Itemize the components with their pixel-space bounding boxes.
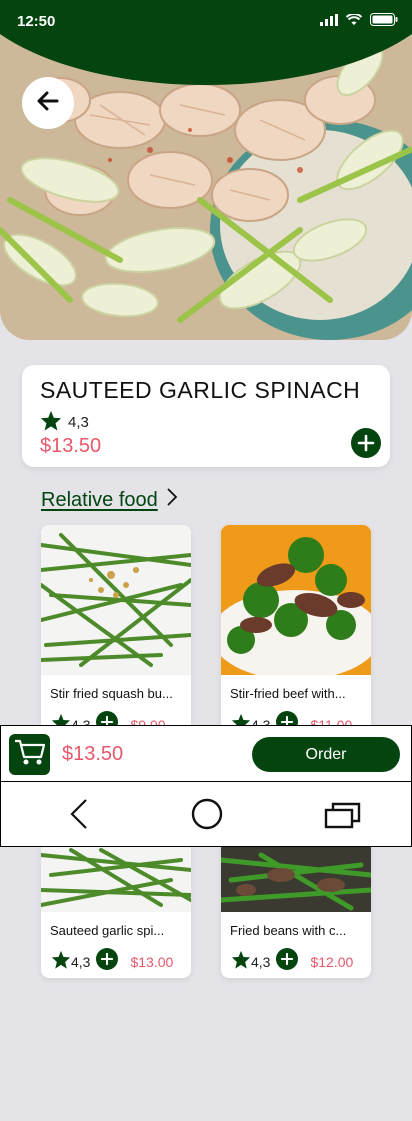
status-time: 12:50 bbox=[17, 13, 56, 30]
food-name: Fried beans with c... bbox=[230, 923, 347, 938]
plus-icon[interactable] bbox=[96, 948, 119, 975]
product-rating-value: 4,3 bbox=[68, 414, 89, 431]
food-card[interactable]: Stir fried squash bu... 4,3 $9.00 bbox=[41, 525, 191, 735]
relative-food-link[interactable]: Relative food bbox=[41, 487, 178, 513]
food-rating: 4,3 bbox=[71, 953, 91, 970]
food-image bbox=[221, 525, 371, 675]
food-name: Sauteed garlic spi... bbox=[50, 923, 165, 938]
order-button[interactable]: Order bbox=[252, 737, 400, 772]
product-rating: 4,3 bbox=[40, 410, 89, 435]
plus-icon[interactable] bbox=[276, 948, 299, 975]
signal-icon bbox=[320, 13, 338, 31]
product-price: $13.50 bbox=[40, 435, 102, 457]
cart-icon bbox=[14, 738, 46, 771]
order-bar: $13.50 Order bbox=[0, 725, 412, 782]
star-icon bbox=[231, 950, 251, 974]
star-icon bbox=[51, 950, 71, 974]
system-nav-bar bbox=[0, 782, 412, 847]
product-title: SAUTEED GARLIC SPINACH bbox=[40, 377, 361, 403]
food-name: Stir fried squash bu... bbox=[50, 686, 173, 701]
plus-icon bbox=[351, 428, 381, 462]
battery-icon bbox=[370, 13, 398, 31]
cart-button[interactable] bbox=[9, 734, 50, 775]
status-icons bbox=[320, 13, 398, 31]
nav-back-icon[interactable] bbox=[68, 798, 90, 835]
wifi-icon bbox=[345, 13, 363, 31]
back-button[interactable] bbox=[22, 77, 74, 129]
back-arrow-icon bbox=[37, 91, 59, 116]
food-card[interactable]: Stir-fried beef with... 4,3 $11.00 bbox=[221, 525, 371, 735]
food-image bbox=[41, 525, 191, 675]
nav-home-icon[interactable] bbox=[191, 798, 223, 835]
food-meta: 4,3 $13.00 bbox=[51, 948, 173, 975]
food-rating: 4,3 bbox=[251, 953, 271, 970]
status-bar: 12:50 bbox=[0, 0, 412, 42]
food-price: $12.00 bbox=[310, 953, 354, 970]
product-info-card: SAUTEED GARLIC SPINACH 4,3 $13.50 bbox=[22, 365, 390, 467]
food-price: $13.00 bbox=[130, 953, 174, 970]
hero-image bbox=[0, 0, 412, 340]
chevron-right-icon bbox=[166, 487, 178, 513]
food-meta: 4,3 $12.00 bbox=[231, 948, 353, 975]
order-total: $13.50 bbox=[62, 743, 124, 765]
nav-recents-icon[interactable] bbox=[324, 801, 362, 834]
add-to-cart-button[interactable] bbox=[351, 428, 381, 463]
food-name: Stir-fried beef with... bbox=[230, 686, 346, 701]
star-icon bbox=[40, 410, 62, 435]
relative-food-label: Relative food bbox=[41, 488, 158, 511]
